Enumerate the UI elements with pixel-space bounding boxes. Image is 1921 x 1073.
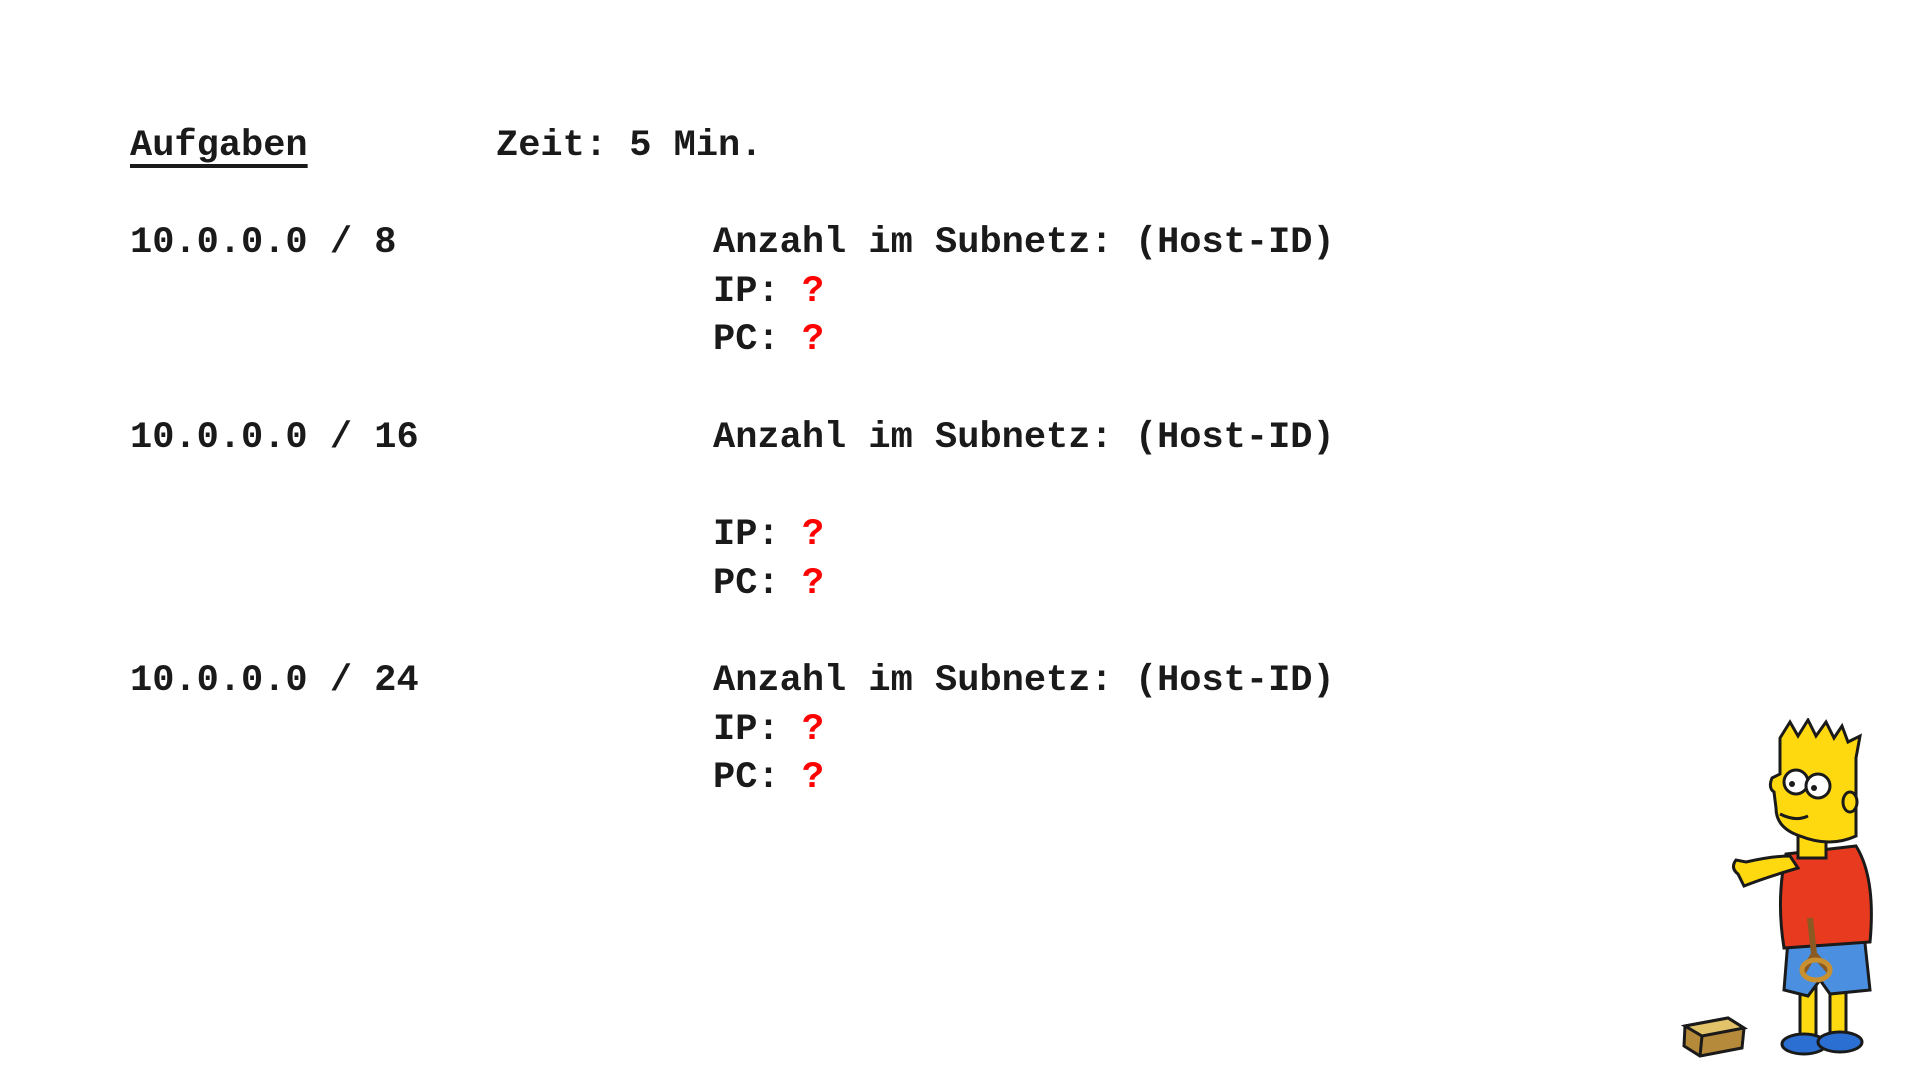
task-1-pc-row: PC: ? (713, 322, 824, 359)
task-3-ip-row: IP: ? (713, 712, 824, 749)
task-2-ip-label: IP: (713, 514, 780, 556)
task-3-pc-value: ? (801, 757, 825, 799)
task-3-ip-label: IP: (713, 709, 780, 751)
box-icon (1680, 1016, 1749, 1058)
page-title: Aufgaben (130, 125, 308, 167)
task-1-count-label: Anzahl im Subnetz: (Host-ID) (713, 222, 1335, 264)
task-3-network: 10.0.0.0 / 24 (130, 660, 419, 702)
task-2-network: 10.0.0.0 / 16 (130, 417, 419, 459)
task-1-ip-label: IP: (713, 271, 780, 313)
task-1-pc-value: ? (801, 319, 825, 361)
task-3-pc-row: PC: ? (713, 760, 824, 797)
task-2-pc-value: ? (801, 563, 825, 605)
task-2-pc-row: PC: ? (713, 566, 824, 603)
task-1-ip-value: ? (801, 271, 825, 313)
task-2-ip-value: ? (801, 514, 825, 556)
task-3-pc-label: PC: (713, 757, 780, 799)
task-1-ip-row: IP: ? (713, 274, 824, 311)
task-3-count-label: Anzahl im Subnetz: (Host-ID) (713, 660, 1335, 702)
task-3-ip-value: ? (801, 709, 825, 751)
slide: Aufgaben Zeit: 5 Min. 10.0.0.0 / 8 Anzah… (0, 0, 1921, 1073)
time-limit: Zeit: 5 Min. (496, 125, 763, 167)
task-1-pc-label: PC: (713, 319, 780, 361)
task-1-network: 10.0.0.0 / 8 (130, 222, 397, 264)
task-2-pc-label: PC: (713, 563, 780, 605)
task-2-ip-row: IP: ? (713, 517, 824, 554)
task-2-count-label: Anzahl im Subnetz: (Host-ID) (713, 417, 1335, 459)
cartoon-character-icon (1680, 718, 1873, 1058)
